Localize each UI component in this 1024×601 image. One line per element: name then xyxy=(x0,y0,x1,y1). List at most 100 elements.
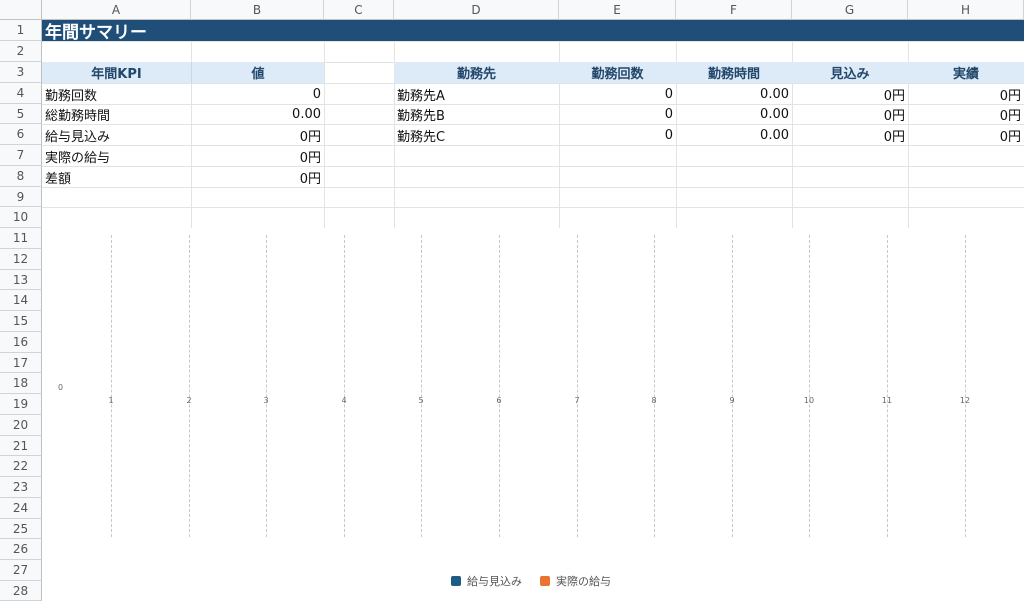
grid-line xyxy=(42,187,1024,188)
kpi-value-cell[interactable]: 0円 xyxy=(191,125,324,145)
column-header-a[interactable]: A xyxy=(42,0,191,20)
workplace-header-hours[interactable]: 勤務時間 xyxy=(676,62,792,83)
chart-gridline xyxy=(887,235,888,537)
row-header-28[interactable]: 28 xyxy=(0,581,42,601)
row-header-19[interactable]: 19 xyxy=(0,394,42,415)
legend-swatch-estimate xyxy=(451,576,461,586)
chart-x-tick-label: 9 xyxy=(729,396,735,405)
row-header-14[interactable]: 14 xyxy=(0,290,42,311)
chart-gridline xyxy=(111,235,112,537)
workplace-estimate-cell[interactable]: 0円 xyxy=(792,125,908,145)
workplace-hours-cell[interactable]: 0.00 xyxy=(676,84,792,104)
grid-line xyxy=(324,20,325,228)
row-header-9[interactable]: 9 xyxy=(0,187,42,207)
legend-label-estimate: 給与見込み xyxy=(467,575,522,588)
row-header-2[interactable]: 2 xyxy=(0,41,42,62)
chart-x-tick-label: 3 xyxy=(263,396,269,405)
kpi-label-cell[interactable]: 差額 xyxy=(42,167,191,187)
workplace-count-cell[interactable]: 0 xyxy=(559,125,676,145)
row-header-5[interactable]: 5 xyxy=(0,104,42,124)
row-header-4[interactable]: 4 xyxy=(0,83,42,104)
row-header-17[interactable]: 17 xyxy=(0,353,42,373)
sheet-title[interactable]: 年間サマリー xyxy=(42,20,1024,43)
kpi-label-cell[interactable]: 総勤務時間 xyxy=(42,104,191,124)
workplace-name-cell[interactable]: 勤務先A xyxy=(394,84,559,104)
chart-x-tick-label: 11 xyxy=(881,396,893,405)
legend-item-actual[interactable]: 実際の給与 xyxy=(540,573,611,589)
chart-x-tick-label: 4 xyxy=(341,396,347,405)
chart-gridline xyxy=(499,235,500,537)
workplace-header-count[interactable]: 勤務回数 xyxy=(559,62,676,83)
workplace-estimate-cell[interactable]: 0円 xyxy=(792,84,908,104)
column-header-g[interactable]: G xyxy=(792,0,908,20)
row-header-11[interactable]: 11 xyxy=(0,228,42,249)
chart-x-tick-label: 5 xyxy=(418,396,424,405)
chart-gridline xyxy=(344,235,345,537)
kpi-header-label[interactable]: 年間KPI xyxy=(42,62,191,83)
row-header-1[interactable]: 1 xyxy=(0,20,42,41)
chart-y-tick-label: 0 xyxy=(58,383,64,392)
kpi-header-value[interactable]: 値 xyxy=(191,62,324,83)
row-header-20[interactable]: 20 xyxy=(0,415,42,436)
row-header-10[interactable]: 10 xyxy=(0,207,42,228)
row-header-25[interactable]: 25 xyxy=(0,519,42,539)
column-header-e[interactable]: E xyxy=(559,0,676,20)
workplace-header-actual[interactable]: 実績 xyxy=(908,62,1024,83)
row-header-22[interactable]: 22 xyxy=(0,456,42,477)
kpi-label-cell[interactable]: 勤務回数 xyxy=(42,84,191,104)
column-header-d[interactable]: D xyxy=(394,0,559,20)
row-header-24[interactable]: 24 xyxy=(0,498,42,519)
grid-line xyxy=(792,20,793,228)
chart-gridline xyxy=(965,235,966,537)
grid-line xyxy=(559,20,560,228)
row-header-18[interactable]: 18 xyxy=(0,373,42,394)
chart-gridline xyxy=(421,235,422,537)
row-header-15[interactable]: 15 xyxy=(0,311,42,332)
grid-line xyxy=(42,41,1024,42)
chart-x-tick-label: 12 xyxy=(959,396,971,405)
row-header-12[interactable]: 12 xyxy=(0,249,42,270)
grid-line xyxy=(908,20,909,228)
legend-label-actual: 実際の給与 xyxy=(556,575,611,588)
kpi-value-cell[interactable]: 0円 xyxy=(191,167,324,187)
column-header-f[interactable]: F xyxy=(676,0,792,20)
workplace-hours-cell[interactable]: 0.00 xyxy=(676,104,792,124)
chart-gridline xyxy=(732,235,733,537)
workplace-header-name[interactable]: 勤務先 xyxy=(394,62,559,83)
kpi-value-cell[interactable]: 0 xyxy=(191,84,324,104)
row-header-6[interactable]: 6 xyxy=(0,124,42,145)
chart-x-tick-label: 1 xyxy=(108,396,114,405)
row-header-16[interactable]: 16 xyxy=(0,332,42,353)
workplace-header-estimate[interactable]: 見込み xyxy=(792,62,908,83)
workplace-estimate-cell[interactable]: 0円 xyxy=(792,104,908,124)
chart-gridline xyxy=(809,235,810,537)
kpi-value-cell[interactable]: 0.00 xyxy=(191,104,324,124)
kpi-value-cell[interactable]: 0円 xyxy=(191,146,324,166)
legend-swatch-actual xyxy=(540,576,550,586)
row-header-7[interactable]: 7 xyxy=(0,145,42,166)
kpi-label-cell[interactable]: 給与見込み xyxy=(42,125,191,145)
workplace-count-cell[interactable]: 0 xyxy=(559,84,676,104)
workplace-actual-cell[interactable]: 0円 xyxy=(908,125,1024,145)
workplace-hours-cell[interactable]: 0.00 xyxy=(676,125,792,145)
legend-item-estimate[interactable]: 給与見込み xyxy=(451,573,522,589)
kpi-label-cell[interactable]: 実際の給与 xyxy=(42,146,191,166)
grid-line xyxy=(42,207,1024,208)
row-header-27[interactable]: 27 xyxy=(0,560,42,581)
column-header-h[interactable]: H xyxy=(908,0,1024,20)
workplace-actual-cell[interactable]: 0円 xyxy=(908,84,1024,104)
workplace-count-cell[interactable]: 0 xyxy=(559,104,676,124)
row-header-8[interactable]: 8 xyxy=(0,166,42,187)
chart-x-tick-label: 10 xyxy=(803,396,815,405)
workplace-name-cell[interactable]: 勤務先B xyxy=(394,104,559,124)
row-header-21[interactable]: 21 xyxy=(0,436,42,456)
row-header-23[interactable]: 23 xyxy=(0,477,42,498)
workplace-actual-cell[interactable]: 0円 xyxy=(908,104,1024,124)
column-header-b[interactable]: B xyxy=(191,0,324,20)
select-all-corner[interactable] xyxy=(0,0,42,20)
row-header-26[interactable]: 26 xyxy=(0,539,42,560)
column-header-c[interactable]: C xyxy=(324,0,394,20)
workplace-name-cell[interactable]: 勤務先C xyxy=(394,125,559,145)
row-header-3[interactable]: 3 xyxy=(0,62,42,83)
row-header-13[interactable]: 13 xyxy=(0,270,42,290)
